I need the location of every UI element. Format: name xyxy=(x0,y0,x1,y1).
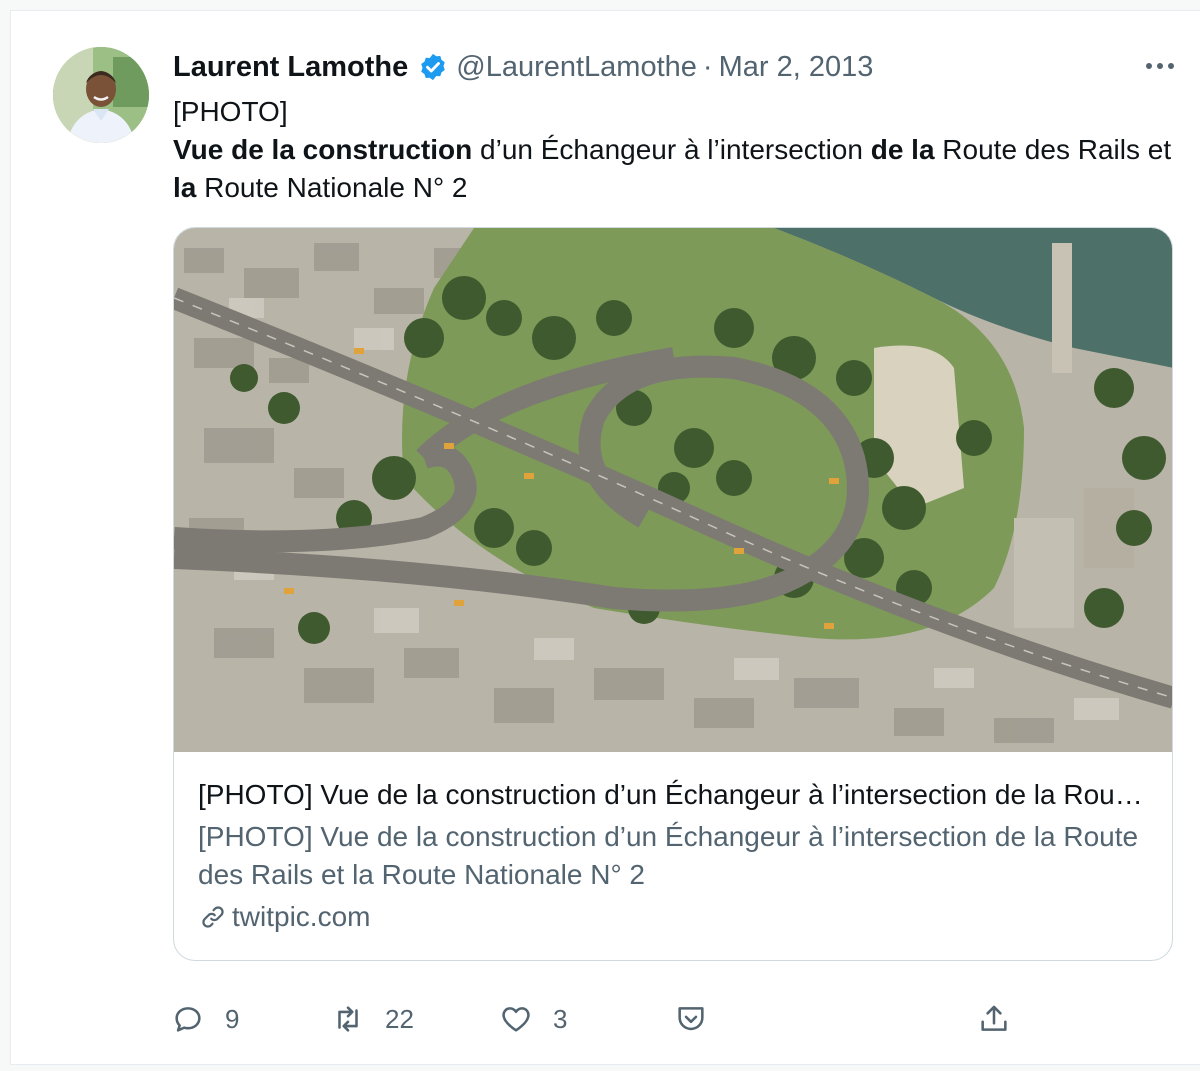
like-count: 3 xyxy=(553,1003,568,1034)
tweet-container[interactable]: Laurent Lamothe @LaurentLamothe · Mar 2,… xyxy=(10,10,1200,1065)
card-domain: twitpic.com xyxy=(232,901,371,932)
link-icon xyxy=(202,906,224,928)
card-link[interactable]: twitpic.com xyxy=(198,898,1148,936)
text-normal-3: Route Nationale N° 2 xyxy=(196,172,468,203)
card-body: [PHOTO] Vue de la construction d’un Écha… xyxy=(198,776,1148,936)
tweet-header: Laurent Lamothe @LaurentLamothe · Mar 2,… xyxy=(173,49,873,85)
text-bold-2: de la xyxy=(870,134,935,165)
like-button[interactable]: 3 xyxy=(499,996,567,1042)
retweet-button[interactable]: 22 xyxy=(331,996,414,1042)
card-description: [PHOTO] Vue de la construction d’un Écha… xyxy=(198,821,1139,890)
text-bold-3: la xyxy=(173,172,197,203)
reply-button[interactable]: 9 xyxy=(171,996,239,1042)
share-button[interactable] xyxy=(977,996,1011,1042)
like-icon xyxy=(502,1007,530,1032)
tweet-text-body: Vue de la construction d’un Échangeur à … xyxy=(173,131,1183,207)
text-bold-1: Vue de la construction xyxy=(173,134,473,165)
tweet-text: [PHOTO] Vue de la construction d’un Écha… xyxy=(173,93,1183,207)
tweet-actions: 9 22 3 xyxy=(171,996,1021,1042)
share-icon xyxy=(981,1005,1007,1031)
tip-button[interactable] xyxy=(674,996,708,1042)
verified-badge-icon xyxy=(421,53,445,81)
tip-icon xyxy=(678,1007,704,1031)
author-handle[interactable]: @LaurentLamothe xyxy=(456,51,697,84)
text-normal-2: Route des Rails et xyxy=(934,134,1172,165)
header-separator: · xyxy=(702,50,713,83)
card-title[interactable]: [PHOTO] Vue de la construction d’un Écha… xyxy=(198,776,1148,814)
author-name[interactable]: Laurent Lamothe xyxy=(173,51,408,84)
link-card[interactable]: [PHOTO] Vue de la construction d’un Écha… xyxy=(173,227,1173,961)
retweet-icon xyxy=(338,1006,358,1032)
text-normal-1: d’un Échangeur à l’intersection xyxy=(472,134,871,165)
reply-count: 9 xyxy=(225,1003,240,1034)
avatar-photo xyxy=(53,47,149,143)
reply-icon xyxy=(175,1007,201,1032)
retweet-count: 22 xyxy=(385,1003,414,1034)
more-options-icon[interactable] xyxy=(1136,51,1184,81)
tweet-text-line1: [PHOTO] xyxy=(173,96,288,127)
tweet-date[interactable]: Mar 2, 2013 xyxy=(719,51,874,84)
author-avatar[interactable] xyxy=(53,47,149,143)
card-image[interactable] xyxy=(174,228,1173,752)
